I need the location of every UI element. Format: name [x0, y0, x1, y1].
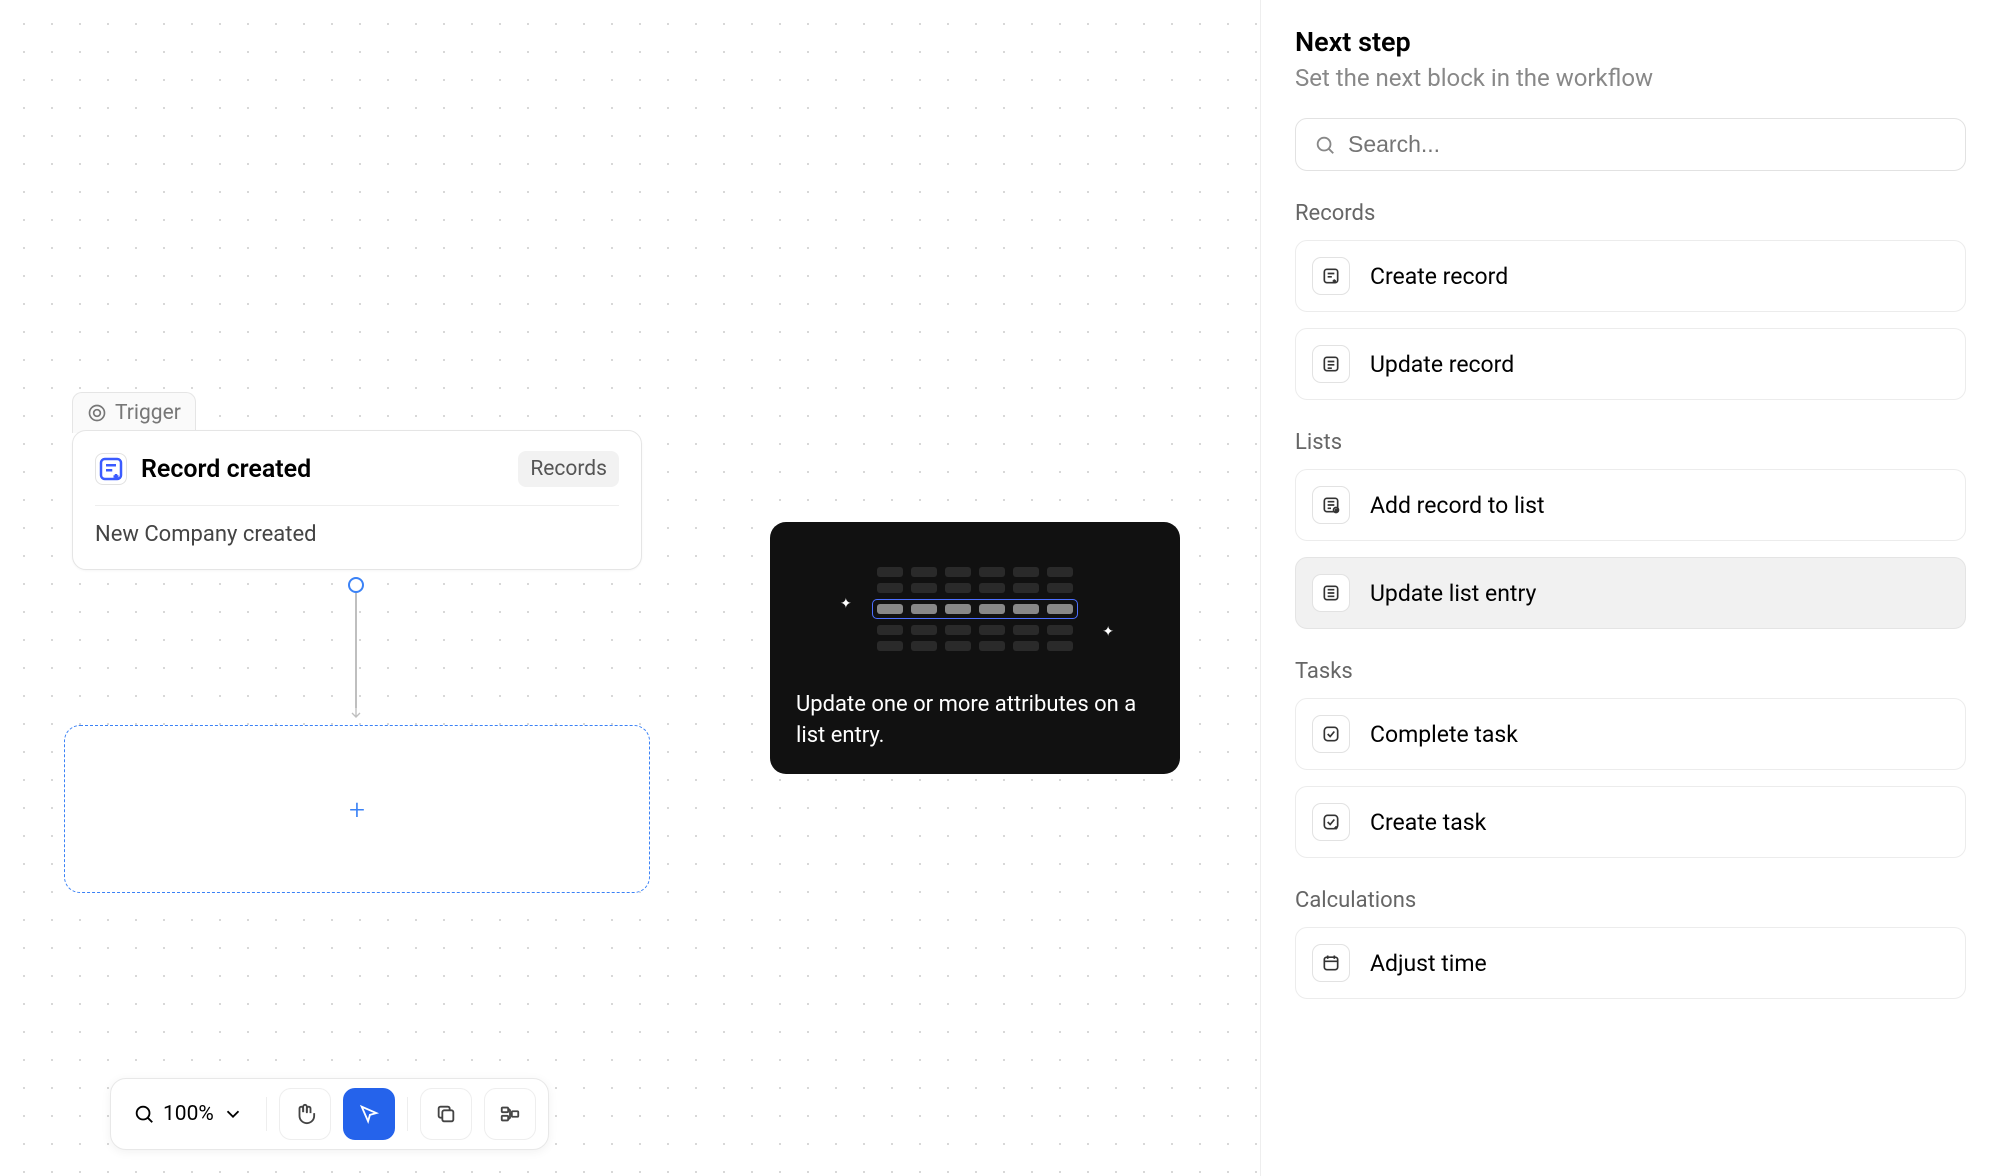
zoom-control[interactable]: 100% [123, 1096, 254, 1132]
copy-icon [435, 1103, 457, 1125]
task-check-icon [1312, 715, 1350, 753]
list-add-icon [1312, 486, 1350, 524]
calendar-icon [1312, 944, 1350, 982]
connector-output-port[interactable] [348, 577, 364, 593]
step-option-label: Update record [1370, 351, 1514, 378]
record-created-icon [95, 453, 127, 485]
group-label: Calculations [1295, 888, 1966, 913]
zoom-value: 100% [163, 1102, 214, 1126]
search-input[interactable] [1348, 131, 1947, 158]
panel-subtitle: Set the next block in the workflow [1295, 64, 1966, 92]
panel-title: Next step [1295, 26, 1966, 58]
task-add-icon [1312, 803, 1350, 841]
select-tool-button[interactable] [343, 1088, 395, 1140]
search-icon [133, 1103, 155, 1125]
step-option-label: Complete task [1370, 721, 1518, 748]
tooltip-text: Update one or more attributes on a list … [796, 690, 1154, 752]
search-icon [1314, 134, 1336, 156]
record-update-icon [1312, 345, 1350, 383]
layout-button[interactable] [484, 1088, 536, 1140]
step-option-label: Create record [1370, 263, 1508, 290]
sparkle-icon: ✦ [1102, 624, 1114, 640]
pan-tool-button[interactable] [279, 1088, 331, 1140]
toolbar-separator [266, 1097, 267, 1131]
toolbar-separator [407, 1097, 408, 1131]
step-tooltip: ✦ ✦ Update one or more attributes on a l… [770, 522, 1180, 774]
trigger-node-subtitle: New Company created [95, 506, 619, 547]
step-option[interactable]: Create task [1295, 786, 1966, 858]
trigger-node-tag: Records [518, 451, 619, 487]
tooltip-graphic: ✦ ✦ [796, 544, 1154, 674]
plus-icon: + [349, 793, 365, 826]
step-option[interactable]: Adjust time [1295, 927, 1966, 999]
connector-arrow-icon [348, 705, 364, 721]
cursor-icon [358, 1103, 380, 1125]
step-option[interactable]: Add record to list [1295, 469, 1966, 541]
add-step-placeholder[interactable]: + [64, 725, 650, 893]
copy-button[interactable] [420, 1088, 472, 1140]
hand-icon [294, 1103, 316, 1125]
step-option[interactable]: Update list entry [1295, 557, 1966, 629]
group-label: Lists [1295, 430, 1966, 455]
workflow-canvas[interactable]: Trigger Record created Records New Compa… [0, 0, 1260, 1176]
step-option[interactable]: Update record [1295, 328, 1966, 400]
next-step-panel: Next step Set the next block in the work… [1260, 0, 2000, 1176]
step-option-label: Update list entry [1370, 580, 1536, 607]
connector-line [355, 593, 357, 708]
layout-icon [499, 1103, 521, 1125]
record-add-icon [1312, 257, 1350, 295]
trigger-node-title: Record created [141, 455, 504, 484]
group-label: Tasks [1295, 659, 1966, 684]
step-option-label: Create task [1370, 809, 1486, 836]
trigger-node[interactable]: Record created Records New Company creat… [72, 430, 642, 570]
target-icon [87, 403, 107, 423]
group-label: Records [1295, 201, 1966, 226]
trigger-badge: Trigger [72, 392, 196, 433]
canvas-toolbar: 100% [110, 1078, 549, 1150]
sparkle-icon: ✦ [840, 596, 852, 612]
chevron-down-icon [222, 1103, 244, 1125]
trigger-badge-label: Trigger [115, 401, 181, 425]
step-option[interactable]: Create record [1295, 240, 1966, 312]
step-option[interactable]: Complete task [1295, 698, 1966, 770]
step-option-label: Adjust time [1370, 950, 1487, 977]
step-option-label: Add record to list [1370, 492, 1545, 519]
step-search[interactable] [1295, 118, 1966, 171]
list-update-icon [1312, 574, 1350, 612]
